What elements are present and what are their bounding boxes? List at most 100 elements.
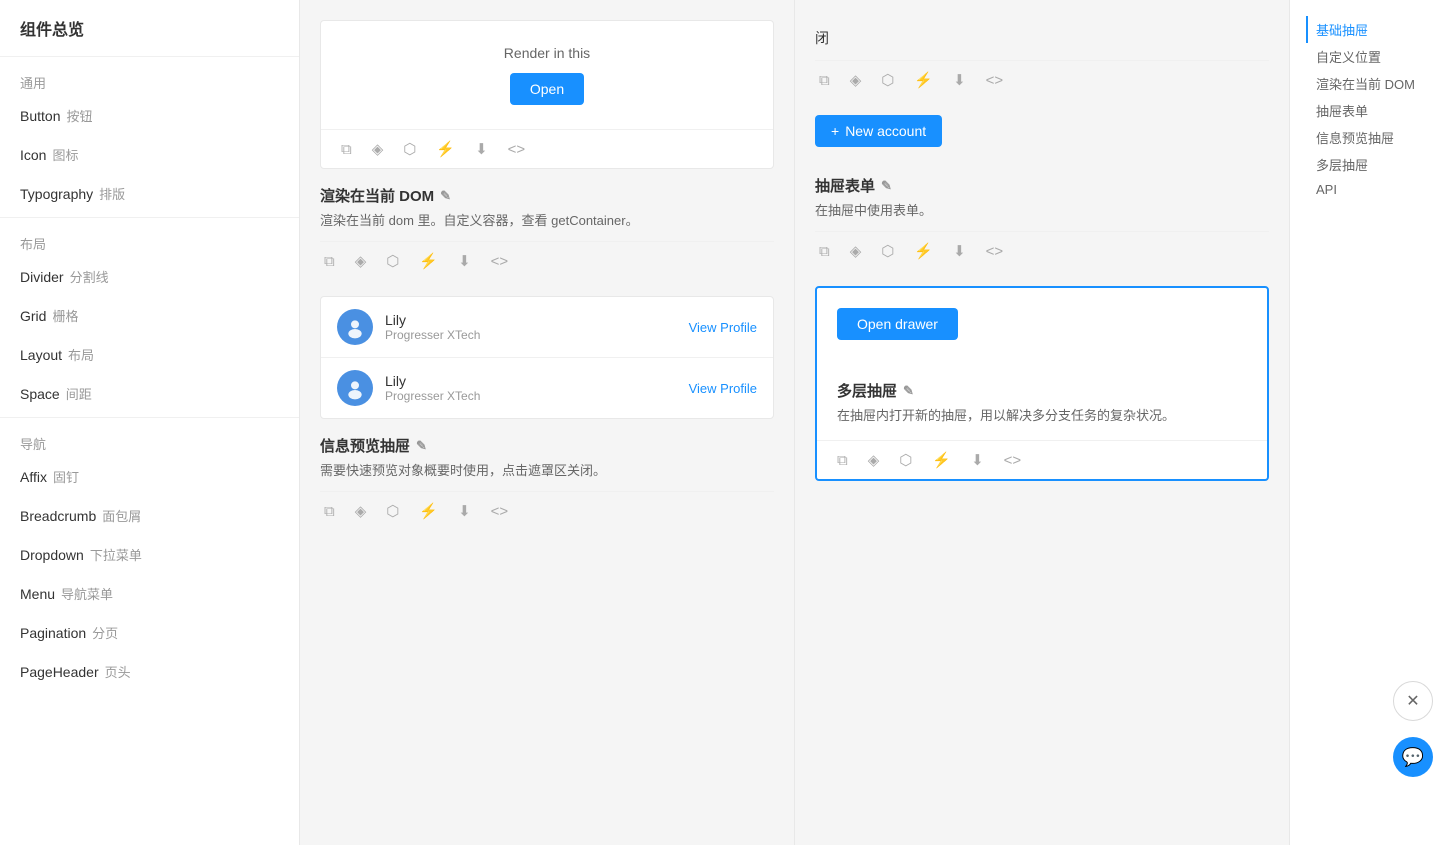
right-nav-api[interactable]: API	[1306, 178, 1433, 201]
sidebar-divider-1	[0, 217, 299, 218]
render-in-this-demo-body: Render in this Open	[321, 21, 773, 129]
right-nav-drawer-form[interactable]: 抽屉表单	[1306, 97, 1433, 124]
sidebar-item-grid[interactable]: Grid 栅格	[0, 296, 299, 335]
sidebar-item-dropdown[interactable]: Dropdown 下拉菜单	[0, 535, 299, 574]
right-nav-info-drawer[interactable]: 信息预览抽屉	[1306, 124, 1433, 151]
info-preview-title: 信息预览抽屉 ✎	[320, 435, 774, 456]
drawer-form-title: 抽屉表单 ✎	[815, 175, 1269, 196]
info-preview-edit-icon[interactable]: ✎	[416, 438, 427, 454]
copy-icon-3[interactable]: ⧉	[320, 501, 339, 522]
user-item-2: Lily Progresser XTech View Profile	[321, 358, 773, 418]
codesandbox-icon-2[interactable]: ⬡	[382, 250, 403, 272]
multi-drawer-card: Open drawer 多层抽屉 ✎ 在抽屉内打开新的抽屉，用以解决多分支任务的…	[815, 286, 1269, 481]
info-preview-card: Lily Progresser XTech View Profile	[320, 296, 774, 419]
copy-icon-2[interactable]: ⧉	[320, 251, 339, 272]
view-profile-2[interactable]: View Profile	[689, 381, 757, 396]
drawer-form-desc: 在抽屉中使用表单。	[815, 200, 1269, 219]
code-icon-1[interactable]: <>	[504, 139, 530, 160]
codepen-icon-2[interactable]: ◈	[351, 250, 371, 272]
render-in-this-card: Render in this Open ⧉ ◈ ⬡ ⚡ ⬇ <>	[320, 20, 774, 169]
new-account-demo: + New account	[815, 99, 1269, 159]
stackblitz-icon-r1[interactable]: ⚡	[910, 69, 937, 91]
sidebar-item-pageheader[interactable]: PageHeader 页头	[0, 652, 299, 691]
right-nav-multi-drawer[interactable]: 多层抽屉	[1306, 151, 1433, 178]
drawer-form-section: 抽屉表单 ✎ 在抽屉中使用表单。 ⧉ ◈ ⬡ ⚡ ⬇ <>	[815, 175, 1269, 270]
sidebar-item-pagination[interactable]: Pagination 分页	[0, 613, 299, 652]
avatar-1	[337, 309, 373, 345]
codepen-icon-1[interactable]: ◈	[368, 138, 388, 160]
codepen-icon-r1[interactable]: ◈	[846, 69, 866, 91]
codesandbox-icon-r2[interactable]: ⬡	[877, 240, 898, 262]
sidebar-item-menu[interactable]: Menu 导航菜单	[0, 574, 299, 613]
drawer-form-footer: ⧉ ◈ ⬡ ⚡ ⬇ <>	[815, 231, 1269, 270]
chat-float-button[interactable]: 💬	[1393, 737, 1433, 777]
multi-drawer-footer: ⧉ ◈ ⬡ ⚡ ⬇ <>	[817, 440, 1267, 479]
sidebar-item-breadcrumb[interactable]: Breadcrumb 面包屑	[0, 496, 299, 535]
codepen-icon-3[interactable]: ◈	[351, 500, 371, 522]
codepen-icon-r2[interactable]: ◈	[846, 240, 866, 262]
code-icon-2[interactable]: <>	[487, 251, 513, 272]
main-content: Render in this Open ⧉ ◈ ⬡ ⚡ ⬇ <> 渲染在当前 D…	[300, 0, 1449, 845]
download-icon-r1[interactable]: ⬇	[949, 69, 970, 91]
floating-tools: ✕ 💬	[1393, 681, 1433, 785]
sidebar-item-icon[interactable]: Icon 图标	[0, 135, 299, 174]
user-name-1: Lily	[385, 312, 689, 328]
download-icon-r3[interactable]: ⬇	[967, 449, 988, 471]
codesandbox-icon-1[interactable]: ⬡	[399, 138, 420, 160]
open-drawer-button[interactable]: Open drawer	[837, 308, 958, 340]
copy-icon-1[interactable]: ⧉	[337, 139, 356, 160]
sidebar-item-space[interactable]: Space 间距	[0, 374, 299, 413]
codesandbox-icon-3[interactable]: ⬡	[382, 500, 403, 522]
download-icon-1[interactable]: ⬇	[471, 138, 492, 160]
download-icon-3[interactable]: ⬇	[454, 500, 475, 522]
codepen-icon-r3[interactable]: ◈	[864, 449, 884, 471]
render-in-this-footer: ⧉ ◈ ⬡ ⚡ ⬇ <>	[321, 129, 773, 168]
sidebar-divider-2	[0, 417, 299, 418]
user-info-2: Lily Progresser XTech	[385, 373, 689, 403]
user-item-1: Lily Progresser XTech View Profile	[321, 297, 773, 358]
multi-drawer-body: Open drawer	[817, 288, 1267, 368]
sidebar-item-layout[interactable]: Layout 布局	[0, 335, 299, 374]
copy-icon-r2[interactable]: ⧉	[815, 241, 834, 262]
stackblitz-icon-r2[interactable]: ⚡	[910, 240, 937, 262]
copy-icon-r1[interactable]: ⧉	[815, 70, 834, 91]
info-preview-desc: 需要快速预览对象概要时使用，点击遮罩区关闭。	[320, 460, 774, 479]
sidebar-item-typography[interactable]: Typography 排版	[0, 174, 299, 213]
drawer-form-edit-icon[interactable]: ✎	[881, 178, 892, 194]
right-nav-custom-placement[interactable]: 自定义位置	[1306, 43, 1433, 70]
user-list: Lily Progresser XTech View Profile	[321, 297, 773, 418]
copy-icon-r3[interactable]: ⧉	[833, 450, 852, 471]
code-icon-r1[interactable]: <>	[982, 70, 1008, 91]
new-account-button[interactable]: + New account	[815, 115, 942, 147]
multi-drawer-edit-icon[interactable]: ✎	[903, 383, 914, 399]
right-nav-render-current-dom[interactable]: 渲染在当前 DOM	[1306, 70, 1433, 97]
plus-icon: +	[831, 123, 839, 139]
stackblitz-icon-r3[interactable]: ⚡	[928, 449, 955, 471]
view-profile-1[interactable]: View Profile	[689, 320, 757, 335]
sidebar-section-general: 通用	[0, 65, 299, 96]
multi-drawer-desc: 在抽屉内打开新的抽屉，用以解决多分支任务的复杂状况。	[837, 405, 1247, 424]
user-info-1: Lily Progresser XTech	[385, 312, 689, 342]
codesandbox-icon-r3[interactable]: ⬡	[895, 449, 916, 471]
stackblitz-icon-2[interactable]: ⚡	[415, 250, 442, 272]
stackblitz-icon-1[interactable]: ⚡	[432, 138, 459, 160]
code-icon-r3[interactable]: <>	[1000, 450, 1026, 471]
code-icon-r2[interactable]: <>	[982, 241, 1008, 262]
render-current-dom-title: 渲染在当前 DOM ✎	[320, 185, 774, 206]
sidebar-item-divider[interactable]: Divider 分割线	[0, 257, 299, 296]
right-nav-basic-drawer[interactable]: 基础抽屉	[1306, 16, 1433, 43]
stackblitz-icon-3[interactable]: ⚡	[415, 500, 442, 522]
codesandbox-icon-r1[interactable]: ⬡	[877, 69, 898, 91]
sidebar-item-affix[interactable]: Affix 固钉	[0, 457, 299, 496]
render-current-dom-edit-icon[interactable]: ✎	[440, 188, 451, 204]
sidebar-section-layout: 布局	[0, 226, 299, 257]
left-column: Render in this Open ⧉ ◈ ⬡ ⚡ ⬇ <> 渲染在当前 D…	[300, 0, 795, 845]
sidebar-item-button[interactable]: Button 按钮	[0, 96, 299, 135]
download-icon-2[interactable]: ⬇	[454, 250, 475, 272]
tools-float-button[interactable]: ✕	[1393, 681, 1433, 721]
right-column: 闭 ⧉ ◈ ⬡ ⚡ ⬇ <> + New account 抽屉表单 ✎	[795, 0, 1289, 845]
download-icon-r2[interactable]: ⬇	[949, 240, 970, 262]
open-button[interactable]: Open	[510, 73, 584, 105]
closed-section: 闭 ⧉ ◈ ⬡ ⚡ ⬇ <> + New account	[815, 20, 1269, 159]
code-icon-3[interactable]: <>	[487, 501, 513, 522]
